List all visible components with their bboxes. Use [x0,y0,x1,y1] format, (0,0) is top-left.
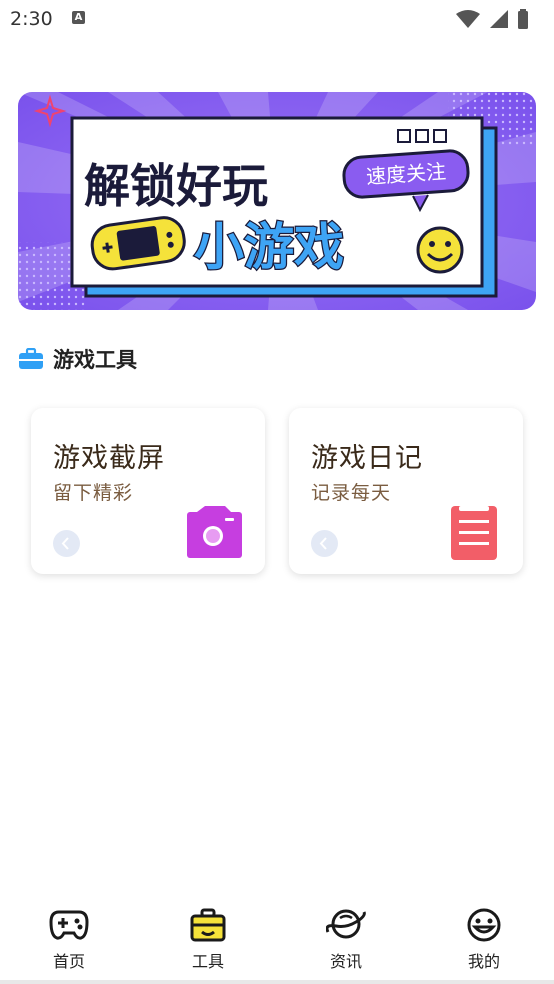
briefcase-icon [19,348,43,369]
banner-headline-2: 小游戏 [194,218,344,276]
nav-label-mine: 我的 [467,952,500,971]
card-title: 游戏截屏 [53,443,165,474]
battery-icon [518,11,528,29]
card-title: 游戏日记 [311,443,423,474]
gamepad-icon [49,910,89,940]
nav-item-tools[interactable]: 工具 [168,908,248,978]
bottom-nav: 首页 工具 资讯 我的 [0,900,554,980]
chevron-left-icon[interactable] [311,530,338,557]
nav-label-home: 首页 [52,952,85,971]
card-subtitle: 留下精彩 [53,482,134,504]
gesture-bar-divider [0,980,554,984]
toolbox-icon [190,908,226,942]
nav-label-news: 资讯 [329,952,362,971]
nav-label-tools: 工具 [191,952,224,971]
banner-headline-1: 解锁好玩 [84,159,268,213]
status-icons [456,9,528,29]
game-diary-card[interactable]: 游戏日记 记录每天 [289,408,523,574]
nav-item-news[interactable]: 资讯 [306,908,386,978]
planet-icon [326,909,366,939]
notification-icon: A [72,11,85,24]
banner-art: 解锁好玩 小游戏 速度关注 [18,92,536,310]
nav-item-home[interactable]: 首页 [29,908,109,978]
notepad-icon [451,506,497,560]
game-screenshot-card[interactable]: 游戏截屏 留下精彩 [31,408,265,574]
signal-icon [490,10,508,28]
camera-icon [187,506,242,558]
smiley-sticker-icon [416,226,464,274]
tools-section-header: 游戏工具 [18,344,137,374]
section-title: 游戏工具 [53,348,137,372]
chevron-left-icon[interactable] [53,530,80,557]
wifi-icon [456,10,480,28]
status-time: 2:30 [10,8,53,30]
banner-tag: 速度关注 [342,149,470,199]
promo-banner[interactable]: 解锁好玩 小游戏 速度关注 [18,92,536,310]
smiley-icon [467,908,501,942]
status-bar: 2:30 A [0,0,554,38]
card-subtitle: 记录每天 [311,482,392,504]
nav-item-mine[interactable]: 我的 [444,908,524,978]
